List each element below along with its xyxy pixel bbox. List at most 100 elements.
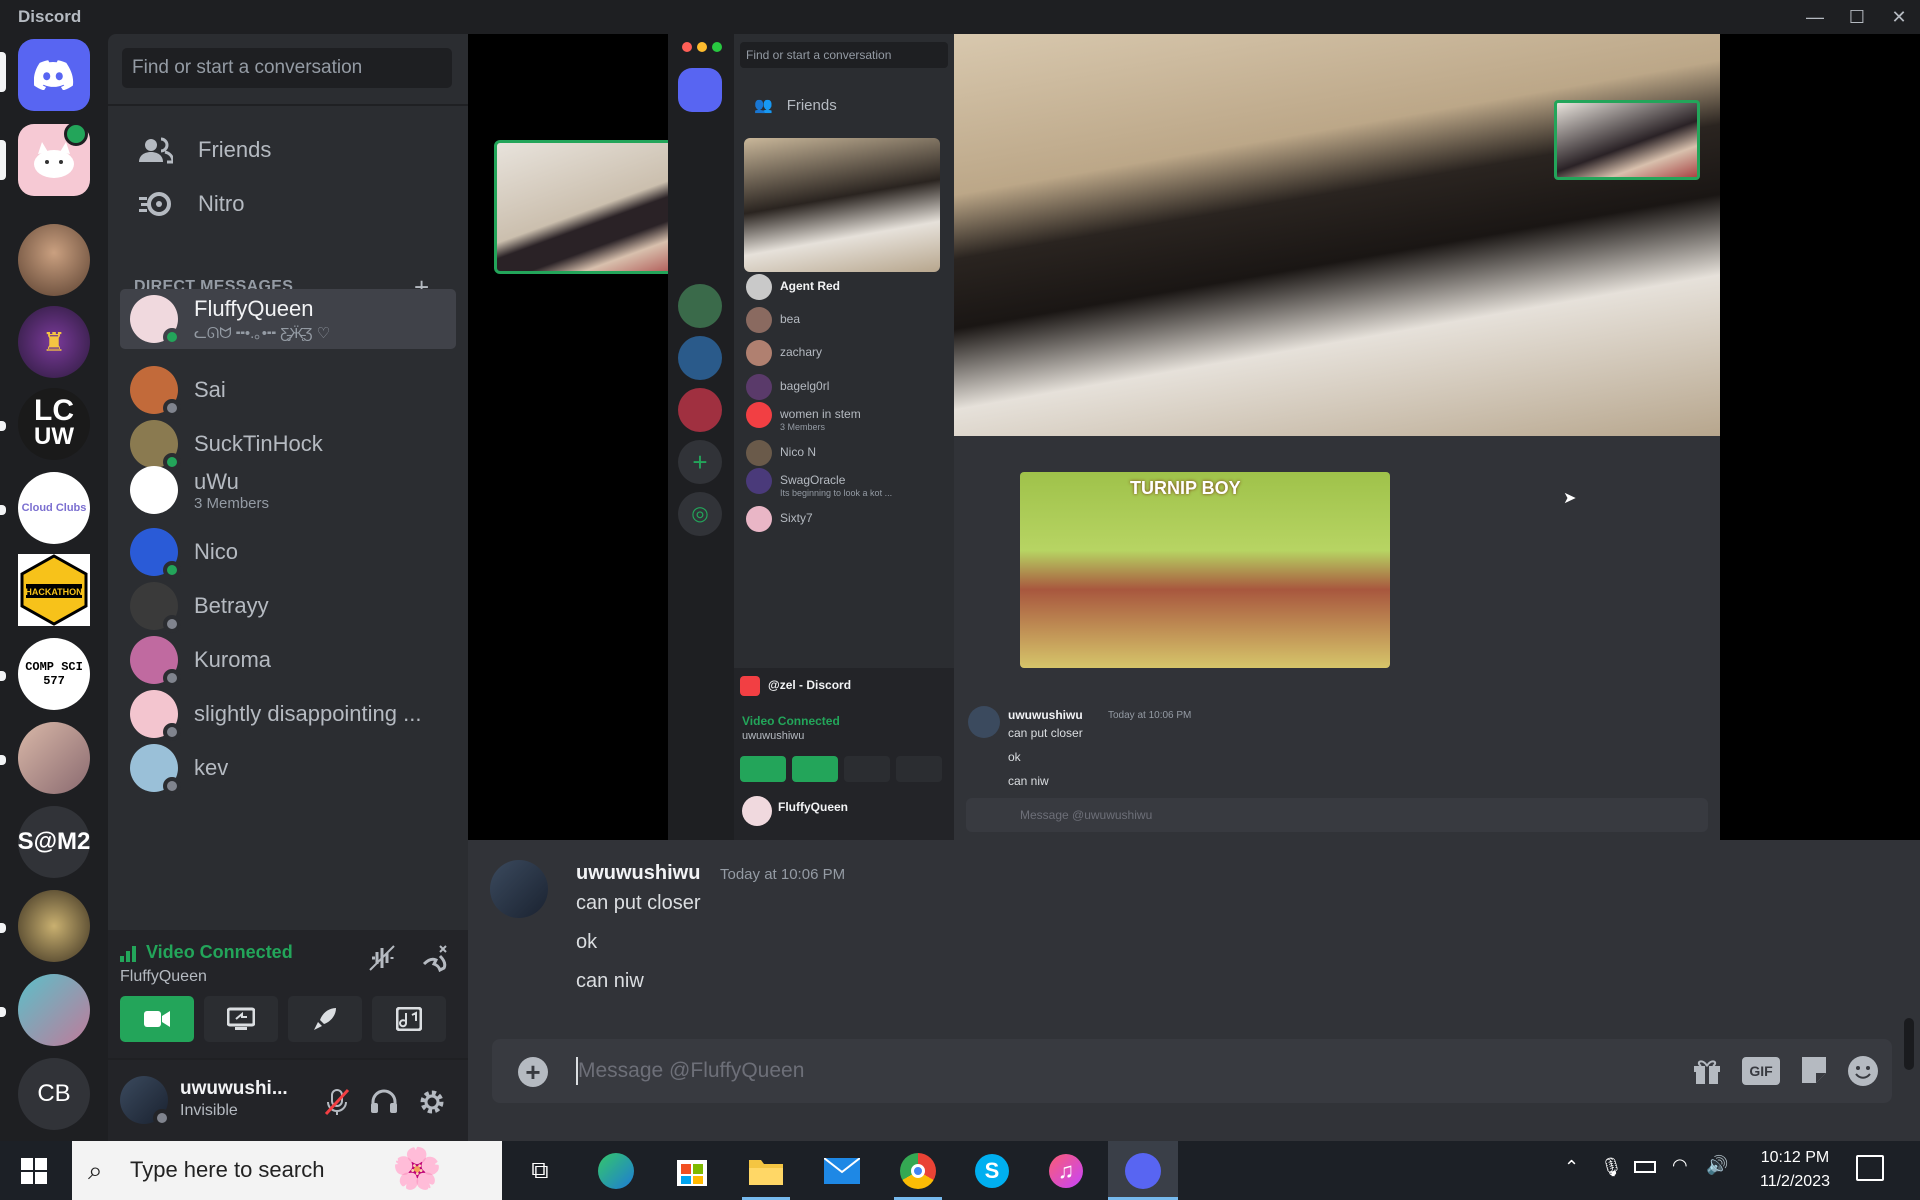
nitro-icon — [136, 184, 176, 224]
cloud-clubs-icon[interactable]: Cloud Clubs — [18, 472, 90, 544]
volume-icon[interactable]: 🔊 — [1706, 1155, 1728, 1176]
shared-dm-name: zachary — [780, 345, 823, 359]
server-icon-3[interactable]: ♜ — [18, 306, 90, 378]
user-avatar[interactable] — [120, 1076, 171, 1127]
settings-gear-icon[interactable] — [418, 1088, 446, 1121]
chrome-icon[interactable] — [896, 1149, 940, 1193]
taskbar-search[interactable]: ⌕ Type here to search 🌸 — [72, 1141, 502, 1200]
file-explorer-icon[interactable] — [744, 1149, 788, 1193]
wifi-icon[interactable]: ◠ — [1672, 1155, 1688, 1176]
signal-bars-icon — [120, 945, 136, 962]
dm-avatar — [130, 744, 181, 795]
anime-server-icon[interactable] — [18, 722, 90, 794]
sticker-icon[interactable] — [1800, 1055, 1828, 1085]
noise-suppression-icon[interactable] — [368, 944, 396, 977]
dm-name: Kuroma — [194, 647, 272, 672]
message-input[interactable]: + Message @FluffyQueen GIF — [492, 1039, 1892, 1103]
invisible-status-icon — [153, 1109, 171, 1127]
shared-call-icon — [740, 676, 760, 696]
dm-item[interactable]: Kuroma — [120, 630, 456, 690]
task-view-icon[interactable]: ⧉ — [518, 1149, 562, 1193]
activity-button[interactable] — [288, 996, 362, 1042]
dm-item[interactable]: slightly disappointing ... — [120, 684, 456, 744]
lcuw-server-icon[interactable]: LC UW — [18, 388, 90, 460]
miku-server-icon[interactable] — [18, 974, 90, 1046]
shared-dm-avatar — [746, 340, 772, 366]
nitro-nav[interactable]: Nitro — [120, 177, 456, 231]
shared-server-icon — [678, 284, 722, 328]
shared-voice-status: Video Connected — [742, 714, 840, 728]
attach-plus-icon[interactable]: + — [518, 1057, 548, 1087]
friends-nav[interactable]: Friends — [120, 123, 456, 177]
dm-avatar — [130, 366, 181, 417]
emblem-server-icon[interactable] — [18, 890, 90, 962]
message-line: ok — [576, 931, 598, 953]
mic-muted-icon[interactable] — [324, 1088, 350, 1121]
shared-dm-avatar — [746, 468, 772, 494]
discord-taskbar-icon[interactable] — [1121, 1149, 1165, 1193]
dm-item[interactable]: FluffyQueen ᓚᘏᗢ ╍•.｡•╍ Ƹ̵̡Ӝ̵̨̄Ʒ ♡ — [120, 289, 456, 349]
mac-minimize-icon — [697, 42, 707, 52]
message-author[interactable]: uwuwushiwu — [576, 862, 700, 885]
disconnect-call-icon[interactable] — [420, 944, 448, 977]
soundboard-button[interactable] — [372, 996, 446, 1042]
dm-subtext: ᓚᘏᗢ ╍•.｡•╍ Ƹ̵̡Ӝ̵̨̄Ʒ ♡ — [194, 324, 331, 342]
taskbar-clock[interactable]: 10:12 PM 11/2/2023 — [1760, 1146, 1830, 1194]
microphone-tray-icon[interactable]: 🎙 — [1600, 1157, 1623, 1178]
screenshare-stream[interactable]: + ◎ Find or start a conversation 👥 Friend… — [668, 34, 1720, 840]
home-button[interactable] — [18, 39, 90, 111]
microsoft-store-icon[interactable] — [670, 1149, 714, 1193]
dm-item[interactable]: Sai — [120, 360, 456, 420]
cb-server-icon[interactable]: CB — [18, 1058, 90, 1130]
dm-item[interactable]: kev — [120, 738, 456, 798]
sam2-server-icon[interactable]: S@M2 — [18, 806, 90, 878]
notifications-icon[interactable] — [1856, 1155, 1884, 1181]
conversation-search[interactable]: Find or start a conversation — [122, 48, 452, 88]
battery-icon[interactable] — [1634, 1161, 1656, 1173]
chat-scrollbar[interactable] — [1904, 1018, 1914, 1070]
screen-share-button[interactable] — [204, 996, 278, 1042]
skype-icon[interactable]: S — [970, 1149, 1014, 1193]
flowers-decoration-icon: 🌸 — [392, 1147, 442, 1191]
emoji-icon[interactable] — [1848, 1056, 1878, 1086]
shared-dm-name: women in stem — [780, 407, 861, 421]
self-camera-tile — [744, 138, 940, 272]
gif-icon[interactable]: GIF — [1742, 1057, 1780, 1085]
user-panel: uwuwushi... Invisible — [108, 1060, 468, 1141]
close-button[interactable]: ✕ — [1878, 0, 1920, 34]
dm-name: SuckTinHock — [194, 431, 323, 456]
mail-icon[interactable] — [820, 1149, 864, 1193]
headphones-icon[interactable] — [370, 1088, 398, 1119]
dm-item[interactable]: Nico — [120, 522, 456, 582]
edge-browser-icon[interactable] — [594, 1149, 638, 1193]
shared-search: Find or start a conversation — [740, 42, 948, 68]
gift-icon[interactable] — [1692, 1057, 1722, 1085]
unread-indicator — [0, 140, 6, 180]
dm-item[interactable]: Betrayy — [120, 576, 456, 636]
uiowa-hackathon-icon[interactable]: HACKATHON — [18, 554, 90, 626]
cursor-icon: ➤ — [1563, 490, 1577, 507]
shared-compass-icon: ◎ — [678, 492, 722, 536]
tray-overflow-icon[interactable]: ⌃ — [1564, 1157, 1579, 1178]
shared-voice-user: uwuwushiwu — [742, 730, 805, 742]
shared-server-icon — [678, 388, 722, 432]
username[interactable]: uwuwushi... — [180, 1078, 288, 1100]
start-button[interactable] — [12, 1149, 56, 1193]
user-avatar-1[interactable] — [18, 224, 90, 296]
dm-item[interactable]: uWu 3 Members — [120, 460, 456, 520]
shared-msg-avatar — [968, 706, 1000, 738]
dm-avatar — [130, 528, 181, 579]
comp-sci-577-icon[interactable]: COMP SCI 577 — [18, 638, 90, 710]
minimize-button[interactable]: — — [1794, 0, 1836, 34]
dm-name: Sai — [194, 377, 226, 402]
itunes-icon[interactable]: ♫ — [1044, 1149, 1088, 1193]
unread-indicator — [0, 421, 6, 431]
message-line: can niw — [576, 970, 644, 992]
video-toggle-button[interactable] — [120, 996, 194, 1042]
server-list: ♜ LC UW Cloud Clubs HACKATHON COMP SCI 57… — [0, 34, 108, 1141]
message-avatar[interactable] — [490, 860, 548, 918]
voice-channel-name[interactable]: FluffyQueen — [120, 968, 207, 986]
friends-icon — [136, 130, 176, 170]
dm-name: kev — [194, 755, 229, 780]
maximize-button[interactable]: ☐ — [1836, 0, 1878, 34]
